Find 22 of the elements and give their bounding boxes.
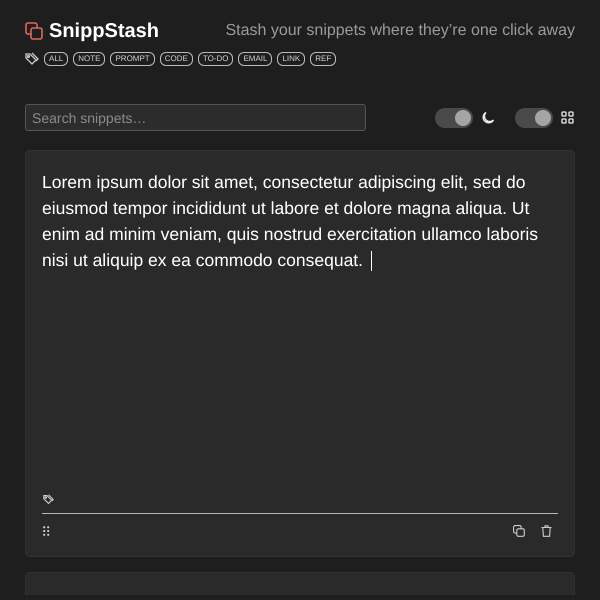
trash-icon[interactable] [541, 525, 552, 537]
tag-filter[interactable]: LINK [277, 52, 306, 66]
tag-filter[interactable]: PROMPT [110, 52, 155, 66]
tag-icon [25, 52, 39, 66]
toggle-switch[interactable] [515, 108, 553, 128]
toggle-switch[interactable] [435, 108, 473, 128]
snippet-text[interactable]: Lorem ipsum dolor sit amet, consectetur adipiscing elit, sed do eiusmod tempor incididunt ut labore et dolore magna aliqua. Ut enim ad minim veniam, quis nostrud exercitation ullamco laboris nisi ut aliquip ex ea commodo consequat. [42, 169, 554, 273]
tag-filter[interactable]: NOTE [73, 52, 106, 66]
copy-icon [25, 22, 43, 40]
tag-filter[interactable]: TO-DO [198, 52, 234, 66]
tag-filter[interactable]: EMAIL [238, 52, 272, 66]
copy-icon[interactable] [513, 525, 525, 537]
app-title: SnippStash [49, 19, 160, 44]
drag-handle-icon[interactable] [43, 526, 50, 536]
moon-icon [481, 110, 495, 124]
tag-filter[interactable]: CODE [160, 52, 193, 66]
tagline: Stash your snippets where they’re one click away [225, 21, 575, 41]
tag-icon[interactable] [43, 494, 54, 505]
search-field[interactable]: Search snippets… [25, 104, 366, 131]
tag-filter[interactable]: REF [310, 52, 336, 66]
tag-filter[interactable]: ALL [44, 52, 68, 66]
grid-icon [561, 111, 574, 124]
